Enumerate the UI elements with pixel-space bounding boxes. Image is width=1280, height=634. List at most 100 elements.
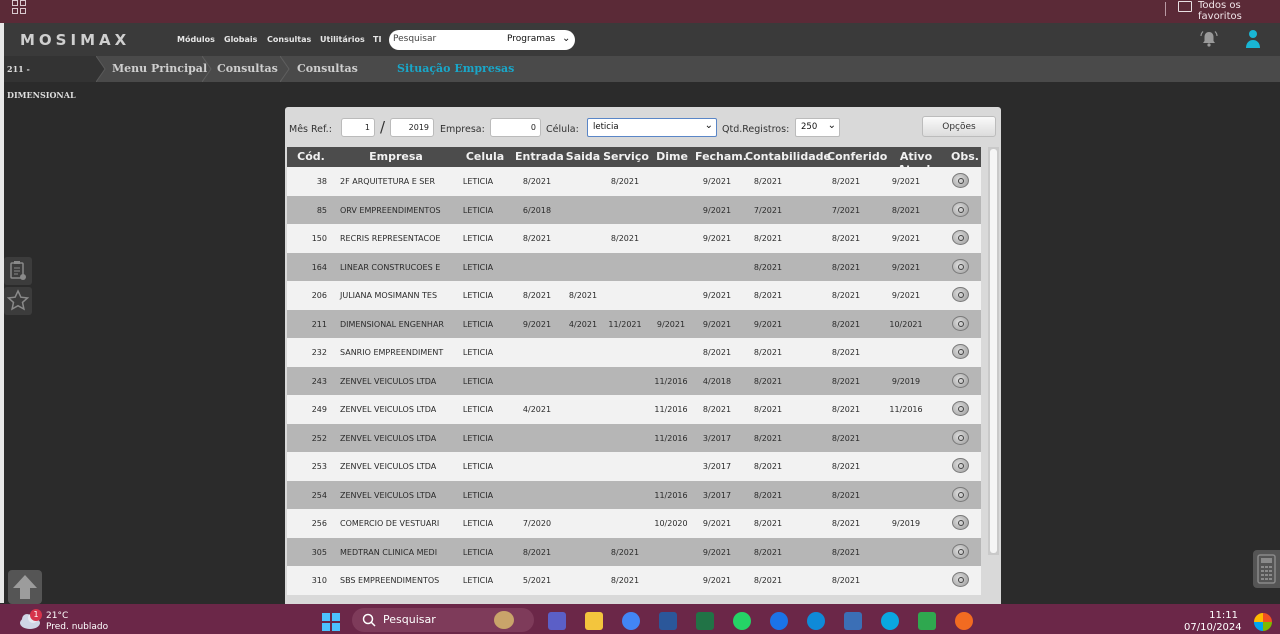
menu-consultas[interactable]: Consultas xyxy=(267,35,311,44)
qtd-registros-value: 250 xyxy=(801,122,818,132)
table-row[interactable]: 252 ZENVEL VEICULOS LTDA LETICIA 11/2016 3/2… xyxy=(287,423,981,452)
all-favorites-link[interactable]: Todos os favoritos xyxy=(1198,0,1280,22)
column-header-5[interactable]: Serviço xyxy=(603,150,649,163)
table-cell: 8/2021 xyxy=(610,547,640,557)
column-header-6[interactable]: Dime xyxy=(651,150,693,163)
empresa-input[interactable]: 0 xyxy=(490,118,541,137)
breadcrumb-consultas-contab[interactable]: Consultas Contát xyxy=(297,56,385,82)
menu-utilitarios[interactable]: Utilitários xyxy=(320,35,365,44)
table-row[interactable]: 254 ZENVEL VEICULOS LTDA LETICIA 11/2016 3/2… xyxy=(287,480,981,509)
table-row[interactable]: 256 COMERCIO DE VESTUARI LETICIA 7/2020 10/2… xyxy=(287,509,981,538)
clipboard-button[interactable] xyxy=(4,257,32,285)
observation-magnifier-icon[interactable] xyxy=(952,287,969,302)
breadcrumb-menu-principal[interactable]: Menu Principal xyxy=(112,56,207,82)
mosimax-logo[interactable]: MOSIMAX xyxy=(20,31,130,49)
word-icon[interactable] xyxy=(659,612,677,630)
table-row[interactable]: 211 DIMENSIONAL ENGENHAR LETICIA 9/2021 4/20… xyxy=(287,309,981,338)
qtd-registros-select[interactable]: 250 ⌄ xyxy=(795,118,840,137)
table-row[interactable]: 38 2F ARQUITETURA E SER LETICIA 8/2021 8/202… xyxy=(287,167,981,196)
menu-ti[interactable]: TI xyxy=(373,35,381,44)
table-cell: 254 xyxy=(311,490,327,500)
chrome-icon[interactable] xyxy=(622,612,640,630)
observation-magnifier-icon[interactable] xyxy=(952,572,969,587)
table-row[interactable]: 85 ORV EMPREENDIMENTOS LETICIA 6/2018 9/2021… xyxy=(287,195,981,224)
observation-magnifier-icon[interactable] xyxy=(952,258,969,274)
table-scrollbar[interactable] xyxy=(988,147,999,555)
whatsapp-icon[interactable] xyxy=(733,612,751,630)
table-row[interactable]: 243 ZENVEL VEICULOS LTDA LETICIA 11/2016 4/2… xyxy=(287,366,981,395)
opcoes-button[interactable]: Opções xyxy=(922,116,996,137)
calculator-button[interactable] xyxy=(1253,550,1280,588)
table-row[interactable]: 232 SANRIO EMPREENDIMENT LETICIA 8/2021 8/20… xyxy=(287,338,981,367)
table-cell: 8/2021 xyxy=(702,405,732,414)
observation-magnifier-icon[interactable] xyxy=(952,173,969,188)
copilot-icon[interactable] xyxy=(1254,613,1272,631)
table-row[interactable]: 253 ZENVEL VEICULOS LTDA LETICIA 3/2017 8/20… xyxy=(287,452,981,481)
taskbar-search[interactable]: Pesquisar xyxy=(352,608,534,632)
column-header-3[interactable]: Entrada xyxy=(515,150,564,163)
app-icon[interactable] xyxy=(918,612,936,630)
column-header-1[interactable]: Empresa xyxy=(337,150,455,163)
apps-grid-icon[interactable] xyxy=(12,0,26,14)
column-header-7[interactable]: Fecham. xyxy=(695,150,747,163)
table-row[interactable]: 206 JULIANA MOSIMANN TES LETICIA 8/2021 8/20… xyxy=(287,281,981,310)
table-cell: LETICIA xyxy=(462,234,494,243)
menu-modulos[interactable]: Módulos xyxy=(177,35,215,44)
star-icon xyxy=(6,289,30,311)
table-row[interactable]: 164 LINEAR CONSTRUCOES E LETICIA 8/2021 8/20… xyxy=(287,252,981,281)
edge-icon[interactable] xyxy=(807,612,825,630)
search-scope-select[interactable]: Programas xyxy=(507,34,555,44)
observation-magnifier-icon[interactable] xyxy=(952,230,969,245)
table-cell: 9/2021 xyxy=(891,291,921,300)
observation-magnifier-icon[interactable] xyxy=(952,401,969,416)
scrollbar-thumb[interactable] xyxy=(990,149,997,553)
observation-magnifier-icon[interactable] xyxy=(952,429,969,445)
mes-ref-year-input[interactable]: 2019 xyxy=(390,118,434,137)
table-row[interactable]: 249 ZENVEL VEICULOS LTDA LETICIA 4/2021 11/2… xyxy=(287,395,981,424)
table-cell: 8/2021 xyxy=(522,177,552,186)
column-header-11[interactable]: Obs. xyxy=(949,150,981,163)
program-search[interactable]: Pesquisar Programas ⌄ xyxy=(389,30,575,50)
folder-icon[interactable] xyxy=(1178,1,1192,12)
favorites-button[interactable] xyxy=(4,287,32,315)
system-clock[interactable]: 11:11 07/10/2024 xyxy=(1184,610,1242,634)
observation-magnifier-icon[interactable] xyxy=(952,372,969,388)
observation-magnifier-icon[interactable] xyxy=(952,543,969,559)
search-input[interactable]: Pesquisar xyxy=(393,34,436,44)
observation-magnifier-icon[interactable] xyxy=(952,315,969,331)
skype-icon[interactable] xyxy=(881,612,899,630)
weather-widget[interactable]: 21°C Pred. nublado xyxy=(46,611,108,633)
column-header-0[interactable]: Cód. xyxy=(287,150,335,163)
observation-magnifier-icon[interactable] xyxy=(952,344,969,359)
observation-magnifier-icon[interactable] xyxy=(952,458,969,473)
observation-magnifier-icon[interactable] xyxy=(952,201,969,217)
app-icon[interactable] xyxy=(955,612,973,630)
teams-icon[interactable] xyxy=(548,612,566,630)
table-cell: LETICIA xyxy=(462,177,494,186)
excel-icon[interactable] xyxy=(696,612,714,630)
windows-start-icon[interactable] xyxy=(322,613,340,631)
user-icon[interactable] xyxy=(1244,29,1262,49)
table-row[interactable]: 305 MEDTRAN CLINICA MEDI LETICIA 8/2021 8/20… xyxy=(287,537,981,566)
column-header-2[interactable]: Celula xyxy=(457,150,513,163)
column-header-8[interactable]: Contabilidade xyxy=(745,150,831,163)
notification-bell-icon[interactable] xyxy=(1200,30,1218,48)
celula-select[interactable]: leticia ⌄ xyxy=(587,118,717,137)
column-header-4[interactable]: Saida xyxy=(565,150,601,163)
table-cell: LETICIA xyxy=(462,433,494,443)
observation-magnifier-icon[interactable] xyxy=(952,486,969,502)
mes-ref-month-input[interactable]: 1 xyxy=(341,118,375,137)
breadcrumb-consultas[interactable]: Consultas xyxy=(217,56,278,82)
observation-magnifier-icon[interactable] xyxy=(952,515,969,530)
qtd-registros-label: Qtd.Registros: xyxy=(722,124,790,135)
scroll-to-top-button[interactable] xyxy=(8,570,42,604)
menu-globais[interactable]: Globais xyxy=(224,35,257,44)
table-cell: 4/2021 xyxy=(568,319,598,329)
app-icon[interactable] xyxy=(770,612,788,630)
table-cell: 9/2021 xyxy=(656,319,686,329)
table-row[interactable]: 310 SBS EMPREENDIMENTOS LETICIA 5/2021 8/202… xyxy=(287,566,981,595)
app-icon[interactable] xyxy=(844,612,862,630)
column-header-9[interactable]: Conferido xyxy=(827,150,887,163)
table-row[interactable]: 150 RECRIS REPRESENTACOE LETICIA 8/2021 8/20… xyxy=(287,224,981,253)
file-explorer-icon[interactable] xyxy=(585,612,603,630)
